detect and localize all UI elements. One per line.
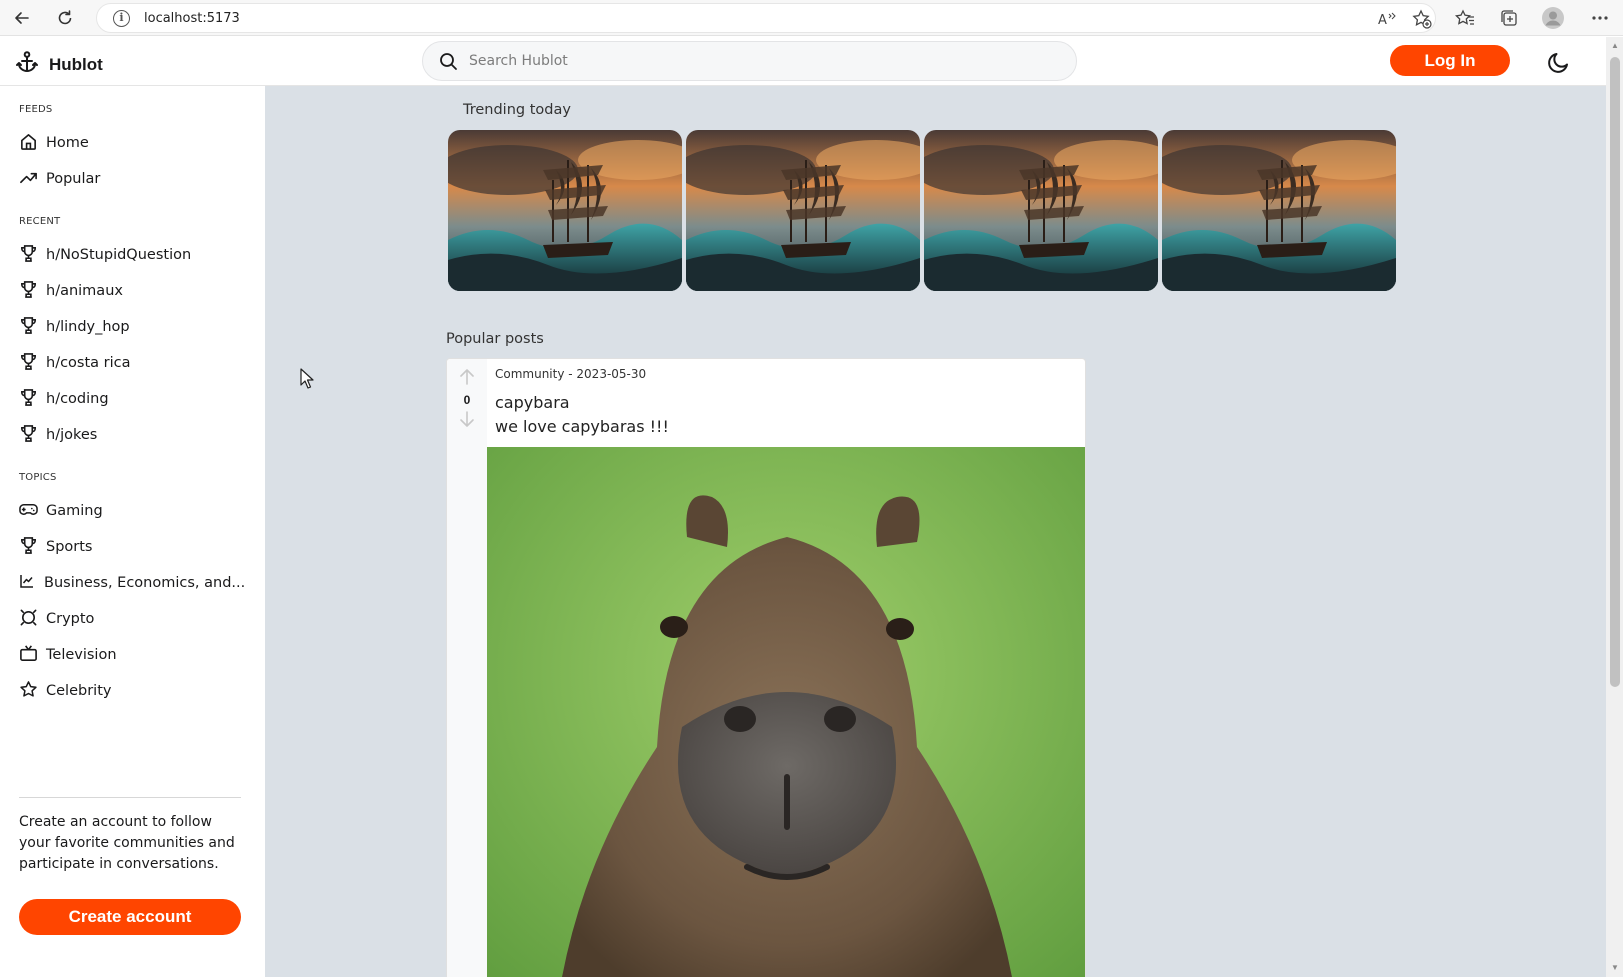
sidebar-item-label: Sports <box>46 539 93 555</box>
signup-promo-text: Create an account to follow your favorit… <box>19 814 235 872</box>
scroll-up-icon[interactable]: ▲ <box>1610 41 1620 51</box>
sidebar-item-recent[interactable]: h/coding <box>19 384 249 414</box>
sidebar-item-label: h/lindy_hop <box>46 319 130 335</box>
sidebar-item-label: Business, Economics, and... <box>44 575 246 591</box>
home-icon <box>19 132 38 155</box>
sidebar-item-sports[interactable]: Sports <box>19 532 249 562</box>
sidebar-item-recent[interactable]: h/jokes <box>19 420 249 450</box>
main-content: Trending today Popular posts 0 Community… <box>265 86 1606 977</box>
trending-card[interactable] <box>448 130 682 291</box>
sidebar-item-label: Gaming <box>46 503 103 519</box>
trending-card[interactable] <box>686 130 920 291</box>
address-bar[interactable]: i localhost:5173 A <box>96 3 1436 33</box>
upvote-icon[interactable] <box>457 367 477 387</box>
pirate-ship-image <box>448 130 682 291</box>
pirate-ship-image <box>924 130 1158 291</box>
trophy-icon <box>19 536 38 559</box>
scrollbar-thumb[interactable] <box>1610 57 1620 687</box>
back-icon[interactable] <box>10 6 34 30</box>
sidebar-item-label: Crypto <box>46 611 95 627</box>
sidebar-item-crypto[interactable]: Crypto <box>19 604 249 634</box>
browser-toolbar: i localhost:5173 A <box>0 0 1623 36</box>
sidebar-item-business[interactable]: Business, Economics, and... <box>19 568 249 598</box>
sidebar-item-label: Home <box>46 135 89 151</box>
collections-icon[interactable] <box>1497 6 1521 30</box>
trophy-icon <box>19 424 38 447</box>
trending-title: Trending today <box>463 102 571 118</box>
topics-section-title: TOPICS <box>19 472 57 483</box>
search-icon <box>439 52 458 76</box>
sidebar-item-label: Television <box>46 647 117 663</box>
profile-avatar-icon[interactable] <box>1541 6 1565 30</box>
logo[interactable]: Hublot <box>15 50 103 79</box>
brand-name: Hublot <box>49 54 103 74</box>
sidebar-item-recent[interactable]: h/costa rica <box>19 348 249 378</box>
recent-section-title: RECENT <box>19 216 61 227</box>
scroll-down-icon[interactable]: ▼ <box>1610 963 1620 973</box>
trending-icon <box>19 168 38 191</box>
sidebar-item-gaming[interactable]: Gaming <box>19 496 249 526</box>
post-card[interactable]: 0 Community - 2023-05-30 capybara we lov… <box>446 358 1086 977</box>
trophy-icon <box>19 388 38 411</box>
downvote-icon[interactable] <box>457 409 477 429</box>
favorites-icon[interactable] <box>1453 6 1477 30</box>
more-menu-icon[interactable] <box>1588 6 1612 30</box>
read-aloud-icon[interactable]: A <box>1377 9 1397 29</box>
star-icon <box>19 680 38 703</box>
popular-posts-title: Popular posts <box>446 331 544 347</box>
favorite-add-icon[interactable] <box>1412 9 1432 29</box>
info-icon[interactable]: i <box>113 10 130 27</box>
post-body: we love capybaras !!! <box>495 417 669 436</box>
gamepad-icon <box>19 500 38 523</box>
trophy-icon <box>19 352 38 375</box>
mouse-cursor-icon <box>300 368 314 395</box>
sidebar: FEEDS Home Popular RECENT h/NoStupidQues… <box>0 86 265 977</box>
sidebar-item-celebrity[interactable]: Celebrity <box>19 676 249 706</box>
page-scrollbar[interactable]: ▲ ▼ <box>1606 37 1623 977</box>
trophy-icon <box>19 280 38 303</box>
reload-icon[interactable] <box>53 6 77 30</box>
sidebar-item-popular[interactable]: Popular <box>19 164 249 194</box>
post-title[interactable]: capybara <box>495 393 570 412</box>
sidebar-item-recent[interactable]: h/animaux <box>19 276 249 306</box>
chart-icon <box>19 573 35 593</box>
sidebar-item-label: h/animaux <box>46 283 123 299</box>
sidebar-item-recent[interactable]: h/NoStupidQuestion <box>19 240 249 270</box>
login-button[interactable]: Log In <box>1390 45 1510 76</box>
app-header: Hublot Log In <box>0 37 1606 86</box>
create-account-button[interactable]: Create account <box>19 899 241 935</box>
post-meta[interactable]: Community - 2023-05-30 <box>495 367 646 381</box>
sidebar-item-television[interactable]: Television <box>19 640 249 670</box>
search-input[interactable] <box>465 42 1065 80</box>
trending-card[interactable] <box>1162 130 1396 291</box>
feeds-section-title: FEEDS <box>19 104 53 115</box>
sidebar-item-home[interactable]: Home <box>19 128 249 158</box>
trophy-icon <box>19 244 38 267</box>
url-text[interactable]: localhost:5173 <box>144 11 240 26</box>
sidebar-item-label: h/costa rica <box>46 355 131 371</box>
vote-count: 0 <box>463 393 471 407</box>
sidebar-item-label: Popular <box>46 171 101 187</box>
tv-icon <box>19 644 38 667</box>
sidebar-item-label: Celebrity <box>46 683 112 699</box>
sidebar-divider <box>19 797 241 798</box>
search-bar[interactable] <box>422 41 1077 81</box>
trending-card[interactable] <box>924 130 1158 291</box>
moon-icon[interactable] <box>1546 49 1572 75</box>
svg-text:A: A <box>1378 13 1387 27</box>
bitcoin-icon <box>19 608 38 631</box>
anchor-icon <box>15 50 39 79</box>
capybara-image <box>487 447 1085 977</box>
sidebar-item-label: h/NoStupidQuestion <box>46 247 192 263</box>
pirate-ship-image <box>1162 130 1396 291</box>
sidebar-item-recent[interactable]: h/lindy_hop <box>19 312 249 342</box>
pirate-ship-image <box>686 130 920 291</box>
post-image[interactable] <box>487 447 1085 977</box>
sidebar-item-label: h/coding <box>46 391 109 407</box>
trophy-icon <box>19 316 38 339</box>
vote-column: 0 <box>447 359 487 977</box>
sidebar-item-label: h/jokes <box>46 427 98 443</box>
